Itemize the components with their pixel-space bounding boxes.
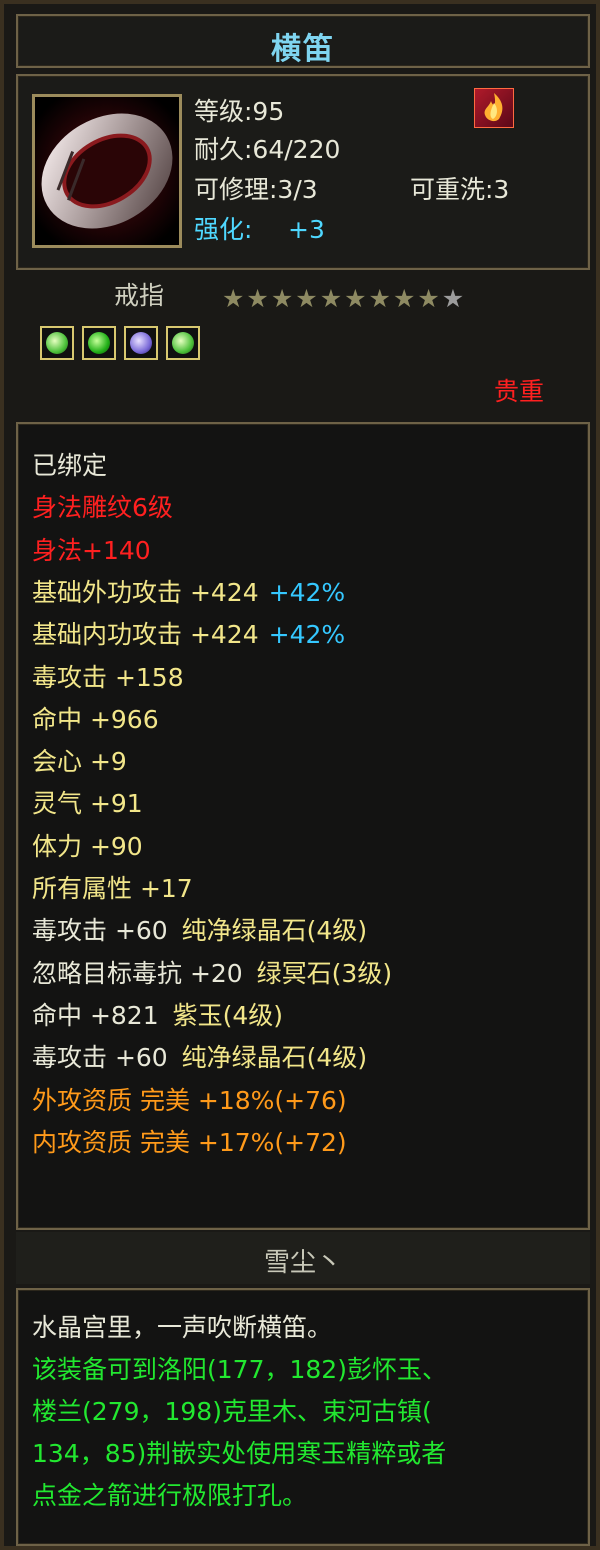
item-summary: 戒指 ★ ★ ★ ★ ★ ★ ★ ★ ★ ★ 贵重	[16, 274, 590, 416]
attribute-row: 命中 +821 紫玉(4级)	[32, 1000, 283, 1032]
attribute-text: 毒攻击 +158	[32, 662, 184, 692]
attribute-text: 会心 +9	[32, 747, 127, 777]
attribute-row: 命中 +966	[32, 704, 159, 736]
description-line: 该装备可到洛阳(177，182)彭怀玉、	[32, 1355, 447, 1384]
green-gem-icon	[172, 332, 194, 354]
attribute-text: 体力 +90	[32, 831, 143, 861]
description-panel: 水晶宫里，一声吹断横笛。 该装备可到洛阳(177，182)彭怀玉、 楼兰(279…	[16, 1288, 590, 1546]
gem-slot[interactable]	[40, 326, 74, 360]
attribute-percent: +42%	[268, 620, 346, 650]
attribute-text: 外攻资质 完美 +18%(+76)	[32, 1085, 347, 1115]
ring-icon	[32, 94, 182, 248]
attribute-text: 毒攻击 +60	[32, 1043, 176, 1073]
attribute-percent: +42%	[268, 577, 346, 607]
attribute-text: 身法+140	[32, 535, 151, 565]
attribute-text: 毒攻击 +60	[32, 916, 176, 946]
attribute-text: 所有属性 +17	[32, 874, 193, 903]
enhance-value: +3	[288, 215, 325, 244]
star-filled-icon: ★	[222, 284, 245, 313]
attribute-gem-source: 纯净绿晶石(4级)	[181, 916, 368, 946]
attribute-row: 外攻资质 完美 +18%(+76)	[32, 1085, 347, 1117]
attribute-text: 命中 +821	[32, 1000, 167, 1030]
star-filled-icon: ★	[344, 284, 367, 313]
attribute-panel: 已绑定 身法雕纹6级 身法+140 基础外功攻击 +424 +42% 基础内功攻击 +42…	[16, 422, 590, 1230]
star-filled-icon: ★	[368, 284, 391, 313]
enhance-label: 强化:	[194, 215, 253, 244]
flame-badge-icon	[474, 88, 514, 128]
attribute-row: 体力 +90	[32, 831, 143, 863]
signature-bar: 雪尘丶	[16, 1232, 590, 1284]
star-filled-icon: ★	[246, 284, 269, 313]
attribute-text: 忽略目标毒抗 +20	[32, 958, 251, 988]
gem-slot[interactable]	[166, 326, 200, 360]
attribute-row: 灵气 +91	[32, 788, 143, 820]
repairable-label: 可修理:3/3	[194, 175, 318, 204]
attribute-row: 基础内功攻击 +424 +42%	[32, 619, 345, 651]
gem-slot[interactable]	[82, 326, 116, 360]
attribute-row: 毒攻击 +60 纯净绿晶石(4级)	[32, 915, 367, 947]
attribute-text: 已绑定	[32, 451, 108, 480]
attribute-text: 内攻资质 完美 +17%(+72)	[32, 1127, 347, 1157]
level-label: 等级:95	[194, 97, 285, 126]
attribute-text: 命中 +966	[32, 704, 159, 734]
green-leaf-gem-icon	[88, 332, 110, 354]
attribute-gem-source: 纯净绿晶石(4级)	[181, 1043, 368, 1073]
flavor-text: 水晶宫里，一声吹断横笛。	[32, 1313, 333, 1342]
attribute-row: 内攻资质 完美 +17%(+72)	[32, 1127, 347, 1159]
attribute-row: 毒攻击 +158	[32, 662, 184, 694]
attribute-text: 基础外功攻击 +424	[32, 577, 259, 607]
attribute-row: 已绑定	[32, 450, 107, 482]
attribute-text: 身法雕纹6级	[32, 493, 173, 523]
attribute-row: 毒攻击 +60 纯净绿晶石(4级)	[32, 1042, 367, 1074]
star-filled-icon: ★	[295, 284, 318, 313]
item-name: 横笛	[271, 32, 335, 67]
crafter-signature: 雪尘丶	[263, 1248, 342, 1278]
attribute-row: 身法雕纹6级	[32, 492, 173, 524]
gem-slots	[40, 326, 200, 360]
gem-slot[interactable]	[124, 326, 158, 360]
attribute-row: 会心 +9	[32, 746, 127, 778]
title-bar: 横笛	[16, 14, 590, 68]
purple-gem-icon	[130, 332, 152, 354]
item-tooltip: 横笛 等级:95 耐久:64/220 可修理:3/3 可重洗:3 强化: +3 …	[0, 0, 600, 1550]
attribute-row: 所有属性 +17	[32, 873, 193, 905]
star-filled-icon: ★	[392, 284, 416, 313]
attribute-gem-source: 紫玉(4级)	[172, 1000, 283, 1030]
attribute-text: 基础内功攻击 +424	[32, 620, 259, 650]
star-empty-icon: ★	[441, 284, 465, 313]
star-filled-icon: ★	[319, 284, 343, 313]
attribute-row: 忽略目标毒抗 +20 绿冥石(3级)	[32, 958, 392, 990]
star-filled-icon: ★	[270, 284, 294, 313]
item-type: 戒指	[114, 281, 165, 310]
description-line: 点金之箭进行极限打孔。	[32, 1481, 308, 1510]
description-line: 134，85)荆嵌实处使用寒玉精粹或者	[32, 1439, 447, 1468]
attribute-row: 基础外功攻击 +424 +42%	[32, 577, 345, 609]
attribute-gem-source: 绿冥石(3级)	[256, 958, 393, 988]
attribute-row: 身法+140	[32, 535, 151, 567]
rewashable-label: 可重洗:3	[410, 175, 510, 204]
rarity-label: 贵重	[494, 377, 545, 406]
star-rating: ★ ★ ★ ★ ★ ★ ★ ★ ★ ★	[222, 286, 464, 312]
durability-label: 耐久:64/220	[194, 135, 341, 164]
attribute-text: 灵气 +91	[32, 789, 143, 819]
green-gem-icon	[46, 332, 68, 354]
star-filled-icon: ★	[417, 284, 440, 313]
description-line: 楼兰(279，198)克里木、束河古镇(	[32, 1397, 432, 1426]
item-header: 等级:95 耐久:64/220 可修理:3/3 可重洗:3 强化: +3	[16, 74, 590, 270]
